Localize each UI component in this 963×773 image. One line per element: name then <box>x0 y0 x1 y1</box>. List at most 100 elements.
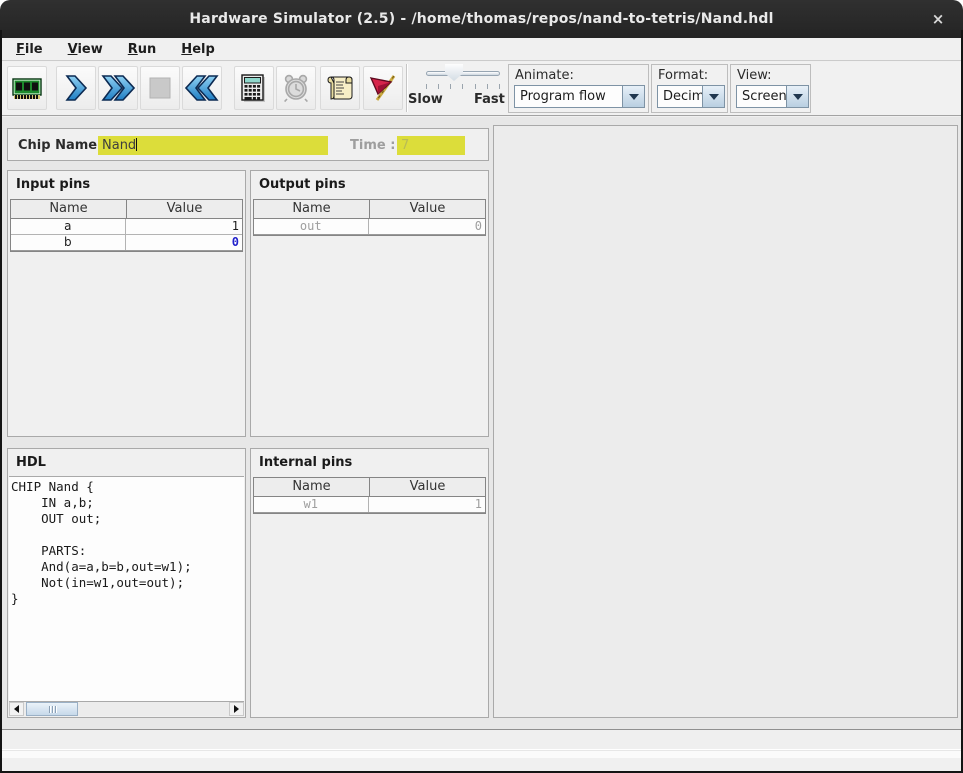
input-pins-panel: Input pins Name Value a 1 b 0 <box>7 170 246 437</box>
eval-button[interactable] <box>234 66 274 110</box>
pin-name: b <box>11 235 125 250</box>
hardware-simulator-window: Hardware Simulator (2.5) - /home/thomas/… <box>0 0 963 773</box>
column-name: Name <box>11 200 126 218</box>
chip-name-bar: Chip Name : Nand Time : 7 <box>7 128 489 161</box>
pin-value[interactable]: 0 <box>125 235 243 250</box>
input-pins-title: Input pins <box>8 171 245 198</box>
animate-selected-value: Program flow <box>515 86 622 107</box>
output-pins-table: Name Value out 0 <box>253 199 486 236</box>
view-label: View: <box>737 68 772 83</box>
clock-button[interactable] <box>276 66 316 110</box>
internal-pins-title: Internal pins <box>251 449 488 476</box>
format-selected-value: Decimal <box>658 86 702 107</box>
code-line: PARTS: <box>11 543 244 559</box>
calculator-icon <box>240 73 268 103</box>
code-line: } <box>11 591 244 607</box>
speed-slider: Slow Fast <box>408 62 504 115</box>
input-pins-table: Name Value a 1 b 0 <box>10 199 243 252</box>
menu-help[interactable]: Help <box>173 40 222 59</box>
view-group: View: Screen <box>730 64 811 113</box>
menubar: File View Run Help <box>2 38 961 61</box>
single-step-icon <box>63 74 89 102</box>
hdl-panel: HDL CHIP Nand { IN a,b; OUT out; PARTS: … <box>7 448 246 718</box>
hdl-horizontal-scrollbar[interactable] <box>9 701 244 716</box>
view-selected-value: Screen <box>737 86 786 107</box>
code-line: And(a=a,b=b,out=w1); <box>11 559 244 575</box>
close-button[interactable]: × <box>923 0 953 38</box>
speed-slider-track[interactable] <box>426 71 500 76</box>
output-pins-panel: Output pins Name Value out 0 <box>250 170 489 437</box>
table-header: Name Value <box>254 200 485 219</box>
pin-value: 0 <box>368 219 486 234</box>
column-value: Value <box>126 200 242 218</box>
column-name: Name <box>254 478 369 496</box>
column-value: Value <box>369 478 485 496</box>
toolbar-separator <box>406 64 407 112</box>
output-pins-title: Output pins <box>251 171 488 198</box>
reset-icon <box>185 74 219 102</box>
column-name: Name <box>254 200 369 218</box>
pin-name: out <box>254 219 368 234</box>
format-group: Format: Decimal <box>651 64 728 113</box>
view-select[interactable]: Screen <box>736 85 809 108</box>
view-dropdown-button[interactable] <box>786 86 808 107</box>
code-line: CHIP Nand { <box>11 479 244 495</box>
script-button[interactable] <box>320 66 360 110</box>
table-row: a 1 <box>11 219 242 235</box>
triangle-left-icon <box>14 705 19 713</box>
pin-name: a <box>11 219 125 234</box>
chevron-down-icon <box>793 94 803 100</box>
scroll-right-button[interactable] <box>229 702 244 716</box>
menu-view[interactable]: View <box>60 40 111 59</box>
stop-button[interactable] <box>140 66 180 110</box>
slider-fast-label: Fast <box>474 92 505 107</box>
internal-pins-table: Name Value w1 1 <box>253 477 486 514</box>
scrollbar-thumb[interactable] <box>26 702 78 716</box>
table-row: b 0 <box>11 235 242 251</box>
chip-name-input[interactable]: Nand <box>98 136 328 155</box>
script-icon <box>325 73 355 103</box>
speed-slider-thumb[interactable] <box>445 64 463 81</box>
chevron-down-icon <box>709 94 719 100</box>
table-header: Name Value <box>11 200 242 219</box>
load-chip-icon <box>11 73 43 103</box>
animate-select[interactable]: Program flow <box>514 85 645 108</box>
main-content: Chip Name : Nand Time : 7 Input pins Nam… <box>2 117 961 773</box>
load-chip-button[interactable] <box>7 66 47 110</box>
internal-pins-panel: Internal pins Name Value w1 1 <box>250 448 489 718</box>
breakpoint-button[interactable] <box>363 66 403 110</box>
animate-group: Animate: Program flow <box>508 64 649 113</box>
scroll-left-button[interactable] <box>9 702 24 716</box>
code-line: Not(in=w1,out=out); <box>11 575 244 591</box>
window-border-left <box>0 30 2 773</box>
stop-icon <box>149 77 171 99</box>
run-button[interactable] <box>98 66 138 110</box>
menu-file[interactable]: File <box>8 40 51 59</box>
hdl-title: HDL <box>8 449 245 476</box>
time-label: Time : <box>350 138 395 153</box>
format-dropdown-button[interactable] <box>702 86 724 107</box>
format-select[interactable]: Decimal <box>657 85 725 108</box>
animate-dropdown-button[interactable] <box>622 86 644 107</box>
format-label: Format: <box>658 68 708 83</box>
menu-run[interactable]: Run <box>120 40 165 59</box>
speed-slider-ticks <box>426 84 500 90</box>
table-row: w1 1 <box>254 497 485 513</box>
text-cursor <box>136 138 137 151</box>
table-row: out 0 <box>254 219 485 235</box>
run-icon <box>101 74 135 102</box>
chip-view-panel <box>493 125 958 718</box>
window-title: Hardware Simulator (2.5) - /home/thomas/… <box>189 11 773 27</box>
clock-icon <box>281 73 311 103</box>
reset-button[interactable] <box>182 66 222 110</box>
toolbar: Slow Fast Animate: Program flow Format: … <box>2 62 961 116</box>
chip-name-label: Chip Name : <box>18 138 107 153</box>
column-value: Value <box>369 200 485 218</box>
code-line <box>11 527 244 543</box>
pin-value[interactable]: 1 <box>125 219 243 234</box>
single-step-button[interactable] <box>56 66 96 110</box>
titlebar[interactable]: Hardware Simulator (2.5) - /home/thomas/… <box>0 0 963 38</box>
breakpoint-flag-icon <box>368 73 398 103</box>
hdl-code-view: CHIP Nand { IN a,b; OUT out; PARTS: And(… <box>9 476 244 701</box>
triangle-right-icon <box>234 705 239 713</box>
